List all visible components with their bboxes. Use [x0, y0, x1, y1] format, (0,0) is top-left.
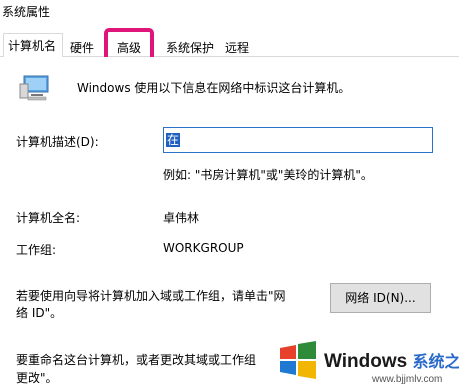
- tab-strip: 计算机名 硬件 高级 系统保护 远程: [0, 33, 459, 58]
- description-value: 在: [166, 133, 181, 147]
- tab-computer-name[interactable]: 计算机名: [3, 33, 63, 58]
- rename-description-line1: 要重命名这台计算机，或者更改其域或工作组: [16, 353, 257, 367]
- network-id-description-line2: 络 ID"。: [16, 306, 63, 320]
- tab-hardware[interactable]: 硬件: [65, 35, 103, 56]
- rename-description-line2: 更改"。: [16, 371, 58, 385]
- full-name-label: 计算机全名:: [16, 211, 81, 225]
- intro-text: Windows 使用以下信息在网络中标识这台计算机。: [77, 81, 351, 95]
- computer-description-input[interactable]: 在: [163, 127, 433, 153]
- description-example: 例如: "书房计算机"或"美玲的计算机"。: [163, 168, 373, 182]
- watermark: Windows 系统之家 www.bjjmlv.com: [274, 334, 459, 389]
- tab-system-protection[interactable]: 系统保护: [161, 35, 219, 56]
- full-name-value: 卓伟林: [163, 211, 200, 225]
- watermark-brand-cn: 系统之家: [412, 354, 459, 371]
- windows-logo-icon: [280, 341, 316, 379]
- workgroup-value: WORKGROUP: [163, 241, 244, 255]
- window-title: 系统属性: [0, 0, 459, 30]
- network-id-description-line1: 若要使用向导将计算机加入域或工作组，请单击"网: [16, 289, 286, 303]
- computer-icon: [19, 75, 49, 101]
- network-id-button[interactable]: 网络 ID(N)...: [330, 283, 431, 313]
- description-label: 计算机描述(D):: [16, 135, 99, 149]
- watermark-url: www.bjjmlv.com: [372, 374, 443, 385]
- watermark-brand: Windows: [324, 351, 408, 372]
- workgroup-label: 工作组:: [16, 243, 57, 257]
- tab-remote[interactable]: 远程: [220, 35, 258, 56]
